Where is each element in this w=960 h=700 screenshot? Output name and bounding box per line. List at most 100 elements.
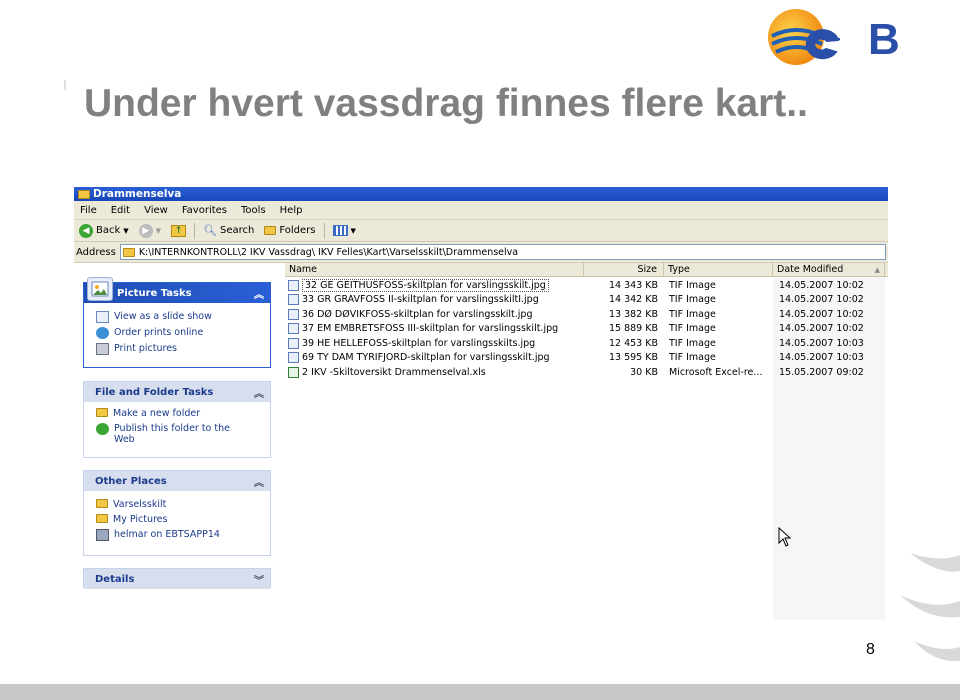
task-label: Print pictures (114, 343, 178, 354)
back-button[interactable]: ◀ Back ▼ (77, 223, 131, 238)
place-network-share[interactable]: helmar on EBTSAPP14 (84, 527, 270, 543)
task-label: Make a new folder (113, 408, 201, 419)
expand-chevron-icon[interactable]: ︾ (254, 572, 264, 587)
forward-button[interactable]: ▶ ▼ (137, 223, 163, 238)
slide-title: Under hvert vassdrag finnes flere kart.. (84, 82, 808, 125)
collapse-chevron-icon[interactable]: ︽ (254, 286, 264, 301)
file-type: TIF Image (669, 352, 716, 364)
file-size: 13 595 KB (608, 352, 658, 364)
task-print-pictures[interactable]: Print pictures (84, 341, 270, 357)
menu-edit[interactable]: Edit (111, 205, 130, 216)
collapse-chevron-icon[interactable]: ︽ (254, 474, 264, 489)
task-publish-to-web[interactable]: Publish this folder to the Web (84, 421, 270, 447)
folders-label: Folders (279, 225, 316, 236)
file-date: 14.05.2007 10:02 (779, 308, 864, 320)
task-view-slideshow[interactable]: View as a slide show (84, 309, 270, 325)
folders-icon (264, 226, 277, 235)
file-size: 30 KB (630, 366, 658, 378)
place-varselsskilt[interactable]: Varselsskilt (84, 497, 270, 512)
column-header-date-label: Date Modified (777, 264, 844, 275)
menu-bar: File Edit View Favorites Tools Help (74, 201, 888, 220)
column-header-size[interactable]: Size (584, 263, 664, 276)
other-places-title: Other Places (95, 475, 167, 487)
file-type: TIF Image (669, 294, 716, 306)
eb-logo: B (768, 9, 900, 65)
views-dropdown-icon: ▼ (350, 226, 356, 235)
image-file-icon (288, 352, 299, 364)
task-label: View as a slide show (114, 311, 212, 322)
file-size: 13 382 KB (608, 308, 658, 320)
place-label: Varselsskilt (113, 499, 167, 510)
file-size: 12 453 KB (608, 337, 658, 349)
task-label: Publish this folder to the Web (114, 423, 230, 445)
decorative-swoosh (900, 553, 960, 662)
search-label: Search (220, 225, 255, 236)
file-date: 15.05.2007 09:02 (779, 366, 864, 378)
file-date: 14.05.2007 10:03 (779, 352, 864, 364)
task-order-prints[interactable]: Order prints online (84, 325, 270, 341)
forward-dropdown-icon[interactable]: ▼ (156, 227, 161, 235)
column-header-date[interactable]: Date Modified ▲ (773, 263, 885, 276)
file-row[interactable]: 32 GE GEITHUSFOSS-skiltplan for varsling… (285, 278, 888, 293)
file-name: 33 GR GRAVFOSS II-skiltplan for varsling… (302, 294, 539, 306)
column-header-row: Name Size Type Date Modified ▲ (285, 263, 888, 277)
image-file-icon (288, 294, 299, 306)
place-my-pictures[interactable]: My Pictures (84, 512, 270, 527)
other-places-header[interactable]: Other Places ︽ (84, 471, 270, 491)
forward-arrow-icon: ▶ (138, 223, 153, 238)
column-header-type[interactable]: Type (664, 263, 773, 276)
file-name: 37 EM EMBRETSFOSS III-skiltplan for vars… (302, 323, 559, 335)
toolbar-separator (194, 222, 196, 239)
picture-tasks-title: Picture Tasks (117, 287, 192, 299)
address-label: Address (76, 246, 116, 258)
file-type: TIF Image (669, 337, 716, 349)
file-row[interactable]: 33 GR GRAVFOSS II-skiltplan for varsling… (285, 293, 888, 308)
file-row[interactable]: 39 HE HELLEFOSS-skiltplan for varslingss… (285, 336, 888, 351)
mouse-cursor-icon (778, 527, 792, 547)
task-make-new-folder[interactable]: Make a new folder (84, 406, 270, 421)
excel-file-icon (288, 366, 299, 378)
folder-icon (96, 499, 108, 508)
search-button[interactable]: 🔍︎ Search (201, 224, 256, 237)
file-name: 36 DØ DØVIKFOSS-skiltplan for varslingss… (302, 308, 533, 320)
back-dropdown-icon[interactable]: ▼ (123, 227, 128, 235)
menu-favorites[interactable]: Favorites (182, 205, 227, 216)
menu-view[interactable]: View (144, 205, 168, 216)
globe-icon (96, 327, 109, 339)
file-row[interactable]: 37 EM EMBRETSFOSS III-skiltplan for vars… (285, 322, 888, 337)
place-label: My Pictures (113, 514, 168, 525)
back-arrow-icon: ◀ (79, 223, 93, 238)
place-label: helmar on EBTSAPP14 (114, 529, 220, 540)
file-size: 14 342 KB (608, 294, 658, 306)
other-places-panel: Other Places ︽ Varselsskilt My Pictures (83, 470, 271, 556)
window-titlebar[interactable]: Drammenselva (74, 187, 888, 201)
folders-button[interactable]: Folders (262, 225, 317, 236)
collapse-chevron-icon[interactable]: ︽ (254, 385, 264, 400)
back-label: Back (96, 225, 121, 236)
views-button[interactable]: ▼ (331, 225, 358, 236)
file-folder-tasks-header[interactable]: File and Folder Tasks ︽ (84, 382, 270, 402)
menu-help[interactable]: Help (280, 205, 303, 216)
menu-file[interactable]: File (80, 205, 97, 216)
file-name: 2 IKV -Skiltoversikt Drammenselval.xls (302, 366, 486, 378)
column-header-name[interactable]: Name (285, 263, 584, 276)
svg-text:B: B (868, 15, 900, 64)
up-folder-button[interactable]: ↑ (169, 224, 188, 237)
task-pane: Picture Tasks ︽ View as a slide show Ord… (74, 263, 284, 620)
printer-icon (96, 343, 109, 355)
file-row[interactable]: 2 IKV -Skiltoversikt Drammenselval.xls 3… (285, 365, 888, 380)
menu-tools[interactable]: Tools (241, 205, 266, 216)
file-date: 14.05.2007 10:02 (779, 323, 864, 335)
address-field[interactable]: K:\INTERNKONTROLL\2 IKV Vassdrag\ IKV Fe… (119, 244, 886, 260)
file-row[interactable]: 69 TY DAM TYRIFJORD-skiltplan for varsli… (285, 351, 888, 366)
details-header[interactable]: Details ︾ (84, 569, 270, 589)
file-name: 32 GE GEITHUSFOSS-skiltplan for varsling… (302, 278, 549, 292)
file-type: TIF Image (669, 308, 716, 320)
file-folder-tasks-panel: File and Folder Tasks ︽ Make a new folde… (83, 381, 271, 458)
file-row[interactable]: 36 DØ DØVIKFOSS-skiltplan for varslingss… (285, 307, 888, 322)
toolbar-separator (323, 222, 325, 239)
file-date: 14.05.2007 10:02 (779, 294, 864, 306)
sort-ascending-icon: ▲ (874, 265, 880, 274)
file-name: 69 TY DAM TYRIFJORD-skiltplan for varsli… (302, 352, 550, 364)
up-folder-icon: ↑ (171, 224, 187, 237)
